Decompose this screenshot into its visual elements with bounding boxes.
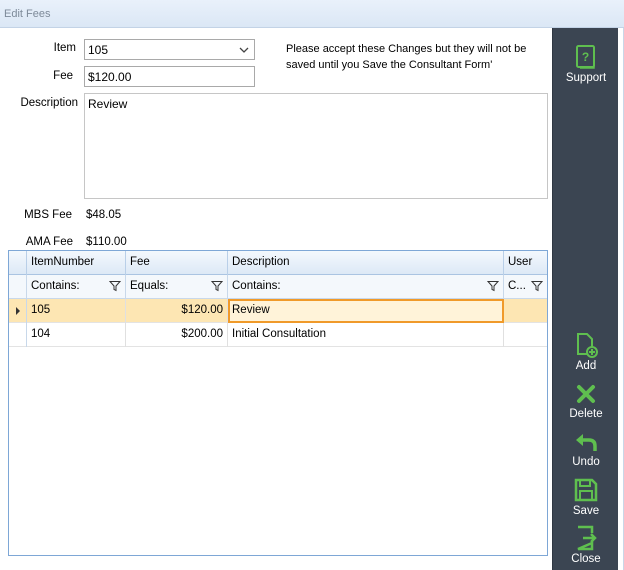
item-dropdown[interactable]: 105 <box>84 39 255 60</box>
window-title: Edit Fees <box>4 8 51 20</box>
filter-description-operator: Contains: <box>232 280 281 292</box>
filter-icon[interactable] <box>531 280 543 292</box>
svg-text:?: ? <box>582 50 589 64</box>
cell-itemnumber[interactable]: 104 <box>27 323 126 347</box>
exit-door-icon <box>577 525 597 551</box>
filter-user[interactable]: C... <box>504 275 547 299</box>
row-indicator <box>9 299 27 323</box>
undo-label: Undo <box>572 456 600 468</box>
add-button[interactable]: Add <box>553 332 619 372</box>
table-row[interactable]: 104 $200.00 Initial Consultation <box>9 323 547 347</box>
filter-description[interactable]: Contains: <box>228 275 504 299</box>
mbs-fee-label: MBS Fee <box>24 209 72 221</box>
edit-fees-window: Edit Fees Item 105 Fee $120.00 Please ac… <box>0 0 624 570</box>
undo-button[interactable]: Undo <box>553 430 619 468</box>
grid-filter-row: Contains: Equals: Contains: C... <box>9 275 547 299</box>
delete-label: Delete <box>569 408 603 420</box>
delete-button[interactable]: Delete <box>553 382 619 420</box>
cell-description[interactable]: Review <box>228 299 504 323</box>
help-book-icon: ? <box>576 45 595 69</box>
action-sidebar: ? Support Add Delete Undo Save Close <box>552 28 618 570</box>
cell-fee[interactable]: $200.00 <box>126 323 228 347</box>
filter-icon[interactable] <box>487 280 499 292</box>
ama-fee-value: $110.00 <box>86 236 127 248</box>
undo-arrow-icon <box>576 434 597 451</box>
column-header-description[interactable]: Description <box>228 251 504 275</box>
chevron-down-icon <box>239 47 249 53</box>
filter-itemnumber[interactable]: Contains: <box>27 275 126 299</box>
support-label: Support <box>565 72 607 84</box>
title-bar[interactable]: Edit Fees <box>0 0 624 28</box>
mbs-fee-value: $48.05 <box>86 209 122 221</box>
cell-itemnumber[interactable]: 105 <box>27 299 126 323</box>
column-header-fee[interactable]: Fee <box>126 251 228 275</box>
fees-grid: ItemNumber Fee Description User Contains… <box>8 250 548 556</box>
grid-header-row: ItemNumber Fee Description User <box>9 251 547 275</box>
filter-icon[interactable] <box>109 280 121 292</box>
description-textarea[interactable]: Review <box>84 93 548 199</box>
filter-icon[interactable] <box>211 280 223 292</box>
filter-fee-operator: Equals: <box>130 280 169 292</box>
filter-itemnumber-operator: Contains: <box>31 280 80 292</box>
column-header-user[interactable]: User <box>504 251 547 275</box>
cell-fee[interactable]: $120.00 <box>126 299 228 323</box>
fee-input[interactable]: $120.00 <box>84 66 255 87</box>
save-label: Save <box>572 505 600 517</box>
save-floppy-icon <box>574 478 598 502</box>
add-label: Add <box>575 360 597 372</box>
save-button[interactable]: Save <box>553 477 619 517</box>
cell-description[interactable]: Initial Consultation <box>228 323 504 347</box>
row-indicator <box>9 323 27 347</box>
add-document-icon <box>577 333 598 358</box>
filter-indicator <box>9 275 27 299</box>
filter-fee[interactable]: Equals: <box>126 275 228 299</box>
save-notice: Please accept these Changes but they wil… <box>286 43 527 71</box>
cell-user[interactable] <box>504 323 547 347</box>
column-header-itemnumber[interactable]: ItemNumber <box>27 251 126 275</box>
current-row-arrow-icon <box>16 307 20 315</box>
grid-header-indicator <box>9 251 27 275</box>
ama-fee-label: AMA Fee <box>25 236 73 248</box>
cell-user[interactable] <box>504 299 547 323</box>
close-label: Close <box>571 553 601 565</box>
delete-x-icon <box>577 385 595 403</box>
fee-label: Fee <box>53 70 73 82</box>
description-label: Description <box>20 97 78 109</box>
item-label: Item <box>53 42 76 54</box>
table-row[interactable]: 105 $120.00 Review <box>9 299 547 323</box>
support-button[interactable]: ? Support <box>553 44 619 84</box>
filter-user-operator: C... <box>508 280 526 292</box>
close-button[interactable]: Close <box>553 525 619 565</box>
item-dropdown-value: 105 <box>88 43 109 57</box>
